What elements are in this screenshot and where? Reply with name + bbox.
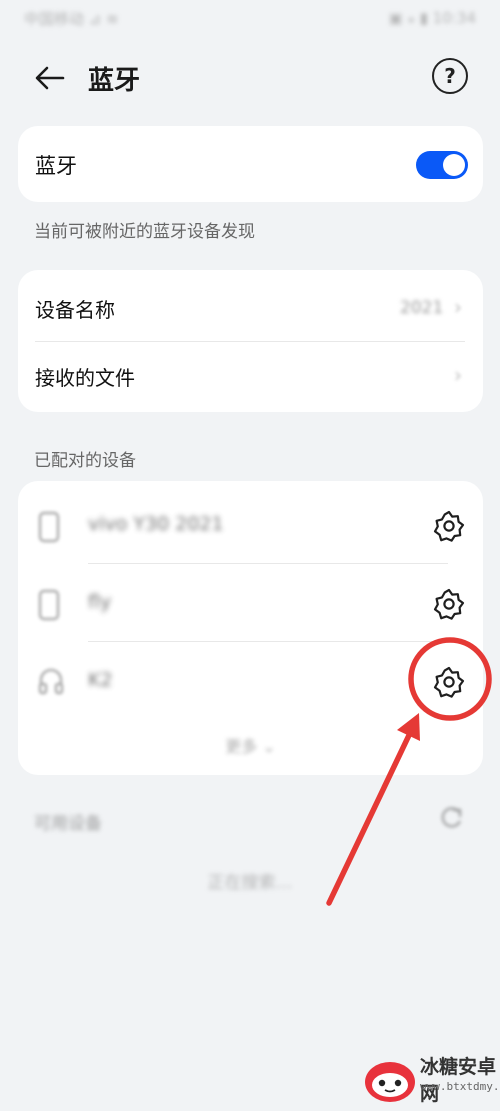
refresh-icon[interactable] <box>438 806 464 830</box>
back-button[interactable] <box>30 58 70 98</box>
paired-devices-card: vivo Y30 2021 fly K2 更多 ⌄ <box>18 481 483 775</box>
watermark-url: www.btxtdmy.com <box>420 1080 500 1093</box>
watermark-logo-icon <box>365 1062 415 1102</box>
page-title: 蓝牙 <box>88 66 141 96</box>
back-arrow-icon <box>35 66 65 90</box>
phone-icon <box>38 511 60 543</box>
phone-icon <box>38 589 60 621</box>
help-icon: ? <box>444 64 456 88</box>
info-card: 设备名称 2021 › 接收的文件 › <box>18 270 483 412</box>
more-devices-link[interactable]: 更多 ⌄ <box>18 733 483 757</box>
status-carrier: 中国移动 ⊿ ≋ <box>24 9 119 28</box>
gear-icon[interactable] <box>432 665 466 699</box>
headphones-icon <box>38 668 64 695</box>
received-files-row[interactable]: 接收的文件 › <box>18 342 483 412</box>
device-name: vivo Y30 2021 <box>88 513 224 535</box>
device-name-label: 设备名称 <box>35 298 115 322</box>
bluetooth-toggle[interactable] <box>416 151 468 179</box>
gear-icon[interactable] <box>432 587 466 621</box>
paired-device-row[interactable]: K2 <box>18 641 483 719</box>
chevron-right-icon: › <box>454 363 462 387</box>
device-name-row[interactable]: 设备名称 2021 › <box>18 270 483 341</box>
watermark-name: 冰糖安卓网 <box>420 1056 497 1105</box>
toggle-knob <box>443 154 465 176</box>
paired-device-row[interactable]: vivo Y30 2021 <box>18 485 483 563</box>
available-devices-title: 可用设备 <box>34 814 102 834</box>
received-files-label: 接收的文件 <box>35 366 135 390</box>
searching-text: 正在搜索… <box>207 873 293 893</box>
watermark: 冰糖安卓网 www.btxtdmy.com <box>360 1050 500 1110</box>
paired-device-row[interactable]: fly <box>18 563 483 641</box>
bluetooth-toggle-card: 蓝牙 <box>18 126 483 202</box>
device-name-value: 2021 <box>400 298 444 318</box>
device-name: fly <box>88 591 112 613</box>
bluetooth-label: 蓝牙 <box>35 154 77 178</box>
device-name: K2 <box>88 669 113 691</box>
paired-devices-caption: 已配对的设备 <box>34 451 136 471</box>
status-bar: 中国移动 ⊿ ≋ ▣ ⁎ ▮ 10:34 <box>0 0 500 36</box>
chevron-right-icon: › <box>454 295 462 319</box>
help-button[interactable]: ? <box>432 58 468 94</box>
gear-icon[interactable] <box>432 509 466 543</box>
header: 蓝牙 ? <box>0 48 500 108</box>
status-right: ▣ ⁎ ▮ 10:34 <box>388 9 476 27</box>
discoverable-caption: 当前可被附近的蓝牙设备发现 <box>34 222 255 242</box>
